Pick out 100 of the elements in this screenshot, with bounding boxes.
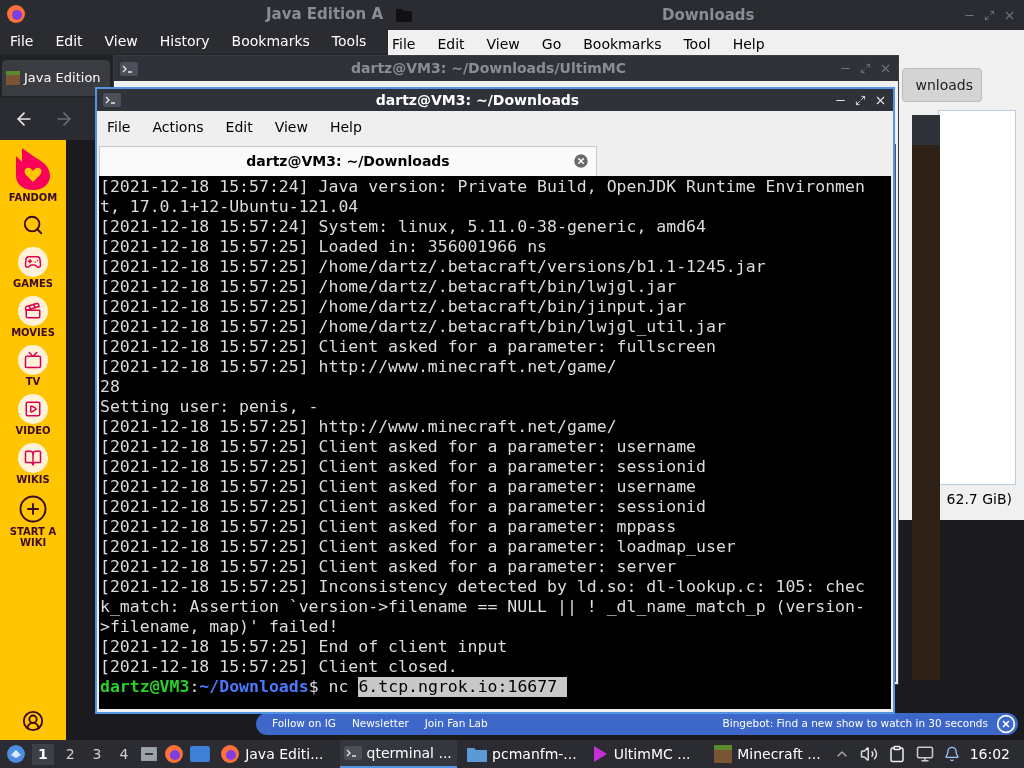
- gamepad-icon[interactable]: [18, 247, 48, 277]
- terminal-line: 28: [100, 377, 121, 397]
- menu-item[interactable]: Tool: [683, 33, 711, 55]
- menu-item[interactable]: View: [104, 30, 138, 52]
- grass-block-icon: [714, 745, 733, 763]
- terminal-icon: [103, 93, 121, 107]
- notification-icon[interactable]: [943, 746, 960, 762]
- prompt-symbol: $: [308, 677, 319, 697]
- clipboard-icon[interactable]: [887, 745, 906, 763]
- taskbar-task[interactable]: UltimMC ...: [586, 740, 705, 768]
- workspace-button[interactable]: 4: [113, 743, 135, 765]
- maximize-icon[interactable]: [855, 94, 866, 106]
- terminal-line: [2021-12-18 15:57:25] /home/dartz/.betacraft/bin/lwjgl.jar: [100, 277, 678, 297]
- terminal-line: [2021-12-18 15:57:25] Inconsistency detected by ld.so: dl-lookup.c: 105: chec: [100, 577, 866, 597]
- terminal-tab[interactable]: dartz@VM3: ~/Downloads: [99, 146, 597, 176]
- sidebar-label[interactable]: WIKIS: [5, 474, 61, 485]
- menu-item[interactable]: Go: [541, 33, 562, 55]
- window-title: dartz@VM3: ~/Downloads/UltimMC: [350, 59, 627, 78]
- taskbar-task[interactable]: qterminal ...: [339, 740, 458, 768]
- play-icon[interactable]: [18, 394, 48, 424]
- taskbar-task[interactable]: pcmanfm-...: [463, 740, 581, 768]
- terminal-line: [2021-12-18 15:57:25] Client asked for a parameter: username: [100, 437, 698, 457]
- workspace-button[interactable]: 1: [31, 743, 54, 765]
- menu-item[interactable]: Bookmarks: [583, 33, 662, 55]
- prompt-path: ~/Downloads: [199, 677, 309, 697]
- path-button[interactable]: wnloads: [902, 68, 982, 102]
- search-icon[interactable]: [22, 214, 44, 236]
- menu-item[interactable]: View: [274, 117, 308, 138]
- menu-item[interactable]: File: [392, 33, 416, 55]
- workspace-button[interactable]: 3: [86, 743, 108, 765]
- terminal-line: [2021-12-18 15:57:24] Java version: Private Build, OpenJDK Runtime Environmen: [100, 177, 866, 197]
- terminal-line: [2021-12-18 15:57:25] Client asked for a parameter: username: [100, 477, 698, 497]
- clock[interactable]: 16:02: [969, 743, 1019, 765]
- clapperboard-icon[interactable]: [18, 296, 48, 326]
- menu-item[interactable]: Help: [732, 33, 765, 55]
- terminal-line: [2021-12-18 15:57:25] /home/dartz/.betacraft/versions/b1.1-1245.jar: [100, 257, 767, 277]
- terminal-line: [2021-12-18 15:57:25] End of client input: [100, 637, 509, 657]
- flame-heart-icon[interactable]: [16, 148, 50, 190]
- menu-item[interactable]: File: [107, 117, 131, 138]
- sidebar-label[interactable]: MOVIES: [5, 327, 61, 338]
- book-icon[interactable]: [18, 443, 48, 473]
- menu-item[interactable]: Edit: [437, 33, 465, 55]
- taskbar-task[interactable]: Minecraft ...: [710, 740, 828, 768]
- terminal-line: [2021-12-18 15:57:25] Client asked for a parameter: loadmap_user: [100, 537, 737, 557]
- terminal-line: [2021-12-18 15:57:25] Loaded in: 356001966 ns: [100, 237, 549, 257]
- browser-tab[interactable]: Java Edition: [2, 60, 110, 96]
- footer-link[interactable]: Join Fan Lab: [420, 716, 492, 732]
- prompt-user: dartz@VM3: [100, 677, 190, 697]
- menu-item[interactable]: Edit: [55, 30, 83, 52]
- window-title: Downloads: [662, 4, 755, 26]
- sidebar-label[interactable]: TV: [5, 376, 61, 387]
- terminal-line: >filename, map)' failed!: [100, 617, 340, 637]
- terminal-line: Setting user: penis, -: [100, 397, 320, 417]
- terminal-line: [2021-12-18 15:57:25] /home/dartz/.betacraft/bin/lwjgl_util.jar: [100, 317, 727, 337]
- terminal-line: [2021-12-18 15:57:25] Client asked for a parameter: sessionid: [100, 457, 707, 477]
- terminal-line: k_match: Assertion `version->filename == NULL || ! _dl_name_match_p (version-: [100, 597, 866, 617]
- terminal-line: t, 17.0.1+12-Ubuntu-121.04: [100, 197, 360, 217]
- terminal-line: [2021-12-18 15:57:25] /home/dartz/.betacraft/bin/jinput.jar: [100, 297, 688, 317]
- menu-item[interactable]: Help: [329, 117, 362, 138]
- terminal-line: [2021-12-18 15:57:25] Client asked for a parameter: sessionid: [100, 497, 707, 517]
- volume-icon[interactable]: [859, 745, 878, 763]
- sidebar-label[interactable]: GAMES: [5, 278, 61, 289]
- footer-link[interactable]: Newsletter: [347, 716, 413, 732]
- network-icon[interactable]: [915, 745, 934, 763]
- workspace-button[interactable]: 2: [59, 743, 81, 765]
- terminal-line: [2021-12-18 15:57:25] Client asked for a parameter: server: [100, 557, 678, 577]
- sidebar-label[interactable]: FANDOM: [5, 192, 61, 203]
- menu-item[interactable]: View: [486, 33, 520, 55]
- status-text: 62.7 GiB): [946, 490, 1013, 509]
- plus-icon[interactable]: [18, 494, 48, 524]
- terminal-icon: [120, 61, 138, 76]
- grass-block-icon: [6, 71, 20, 85]
- terminal-line: [2021-12-18 15:57:25] http://www.minecraft.net/game/: [100, 357, 618, 377]
- folder-icon: [467, 746, 488, 762]
- terminal-line: [2021-12-18 15:57:25] Client asked for a parameter: mppass: [100, 517, 678, 537]
- tv-icon[interactable]: [18, 345, 48, 375]
- window-icon[interactable]: [190, 746, 211, 762]
- close-icon[interactable]: [996, 714, 1016, 734]
- prompt-separator: :: [189, 677, 200, 697]
- notification-message: Bingebot: Find a new show to watch in 30 seconds: [722, 716, 988, 732]
- sidebar-label[interactable]: VIDEO: [5, 425, 61, 436]
- window-title: Java Edition A: [266, 3, 384, 25]
- footer-link[interactable]: Follow on IG: [268, 716, 340, 732]
- menu-item[interactable]: File: [10, 30, 34, 52]
- sidebar-label[interactable]: START A WIKI: [5, 526, 61, 548]
- user-icon[interactable]: [22, 710, 44, 732]
- menu-item[interactable]: History: [159, 30, 210, 52]
- taskbar-task[interactable]: Java Editi...: [216, 740, 334, 768]
- selected-text: 6.tcp.ngrok.io:16677: [358, 677, 568, 697]
- terminal-line: [2021-12-18 15:57:25] Client closed.: [100, 657, 459, 677]
- terminal-line: [2021-12-18 15:57:25] http://www.minecraft.net/game/: [100, 417, 618, 437]
- terminal-line: [2021-12-18 15:57:25] Client asked for a parameter: fullscreen: [100, 337, 717, 357]
- menu-item[interactable]: Tools: [331, 30, 367, 52]
- drawer-icon[interactable]: [140, 745, 159, 763]
- menu-item[interactable]: Edit: [225, 117, 253, 138]
- terminal-line: [2021-12-18 15:57:24] System: linux, 5.11.0-38-generic, amd64: [100, 217, 707, 237]
- terminal-icon: [343, 746, 362, 760]
- menu-item[interactable]: Bookmarks: [231, 30, 310, 52]
- folder-icon: [396, 8, 412, 22]
- menu-item[interactable]: Actions: [152, 117, 204, 138]
